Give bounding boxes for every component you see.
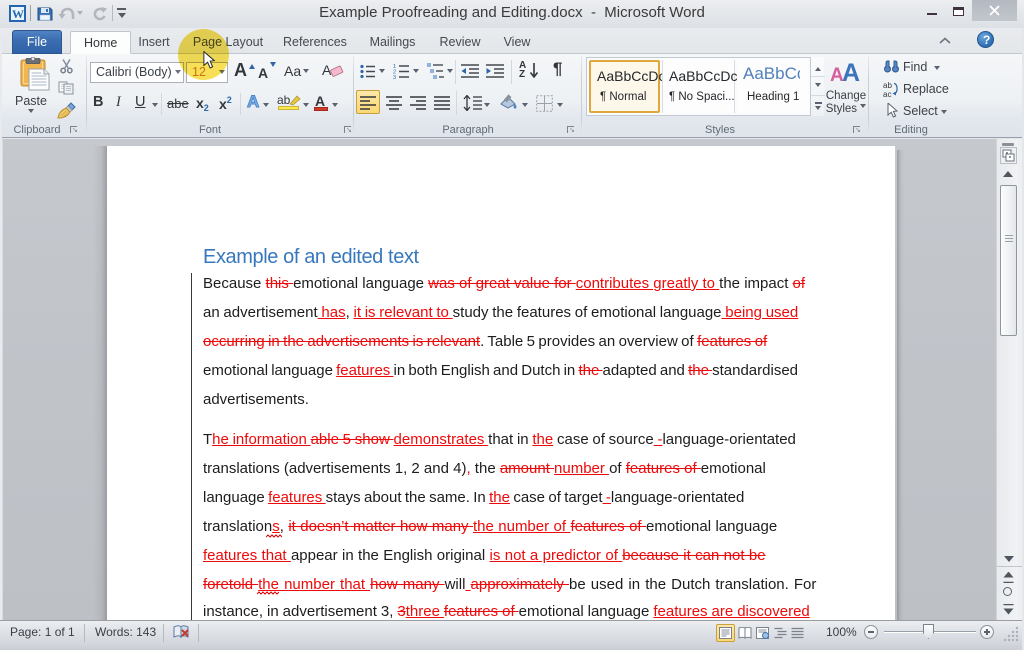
svg-text:ab: ab — [883, 81, 892, 90]
svg-text:W: W — [12, 7, 24, 21]
svg-text:3: 3 — [393, 75, 396, 79]
svg-text:ac: ac — [883, 90, 891, 98]
